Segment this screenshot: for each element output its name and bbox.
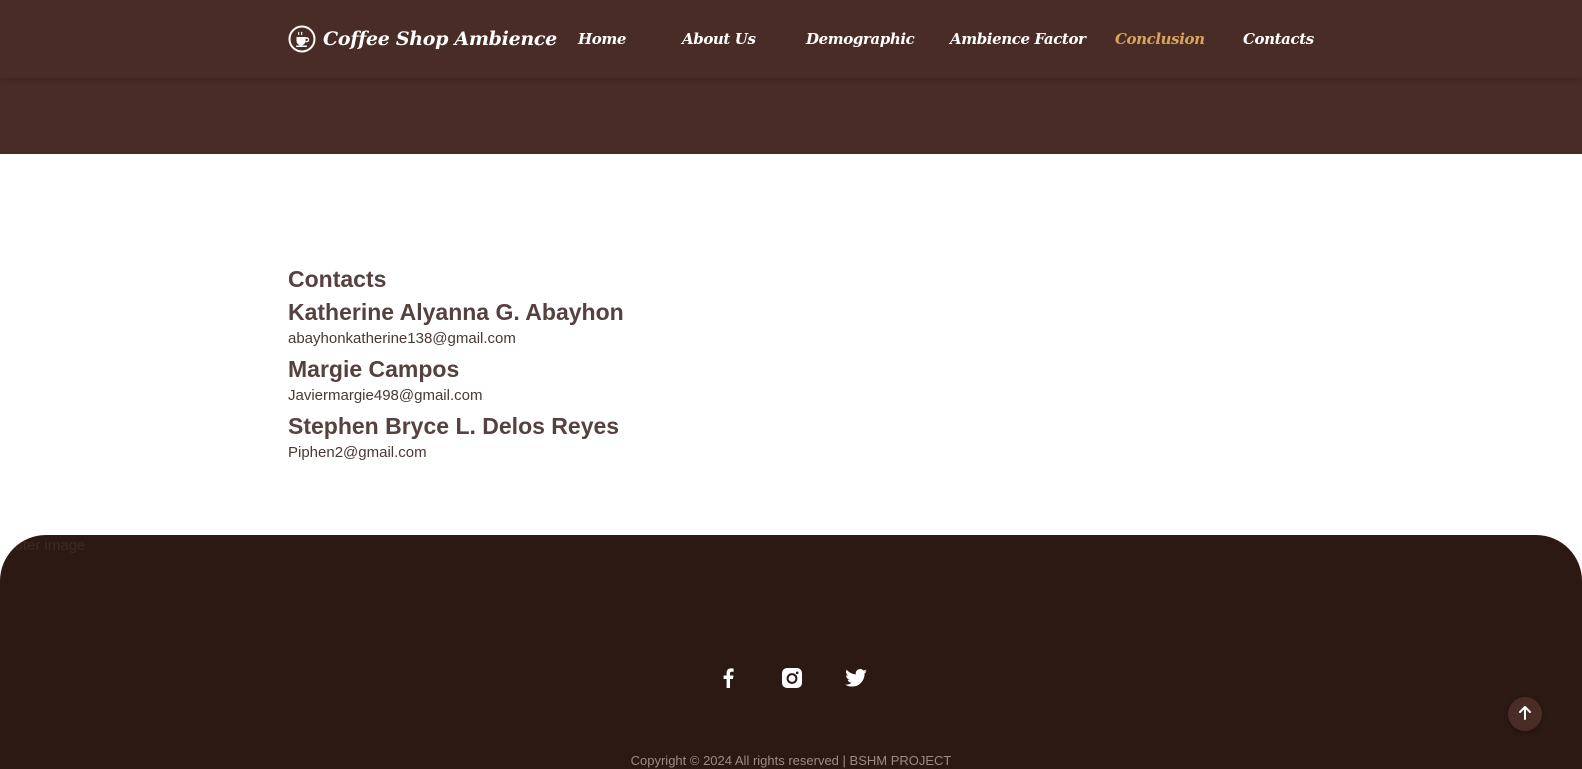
nav-about-us[interactable]: About Us [682,27,756,51]
copyright-text: Copyright © 2024 All rights reserved | B… [630,753,952,768]
contacts-heading: Contacts [288,266,387,292]
nav-conclusion[interactable]: Conclusion [1115,27,1205,51]
contact-card: Margie Campos Javiermargie498@gmail.com [288,354,988,408]
contact-email: Piphen2@gmail.com [288,444,427,461]
coffee-cup-icon [288,25,316,53]
contact-name: Stephen Bryce L. Delos Reyes [288,413,620,439]
brand-link[interactable]: Coffee Shop Ambience [288,22,557,56]
nav-ambience-factor[interactable]: Ambience Factor [950,27,1086,51]
nav-demographic[interactable]: Demographic [806,27,915,51]
site-footer: footer image Copyright © 2024 All rights… [0,535,1582,769]
nav-contacts[interactable]: Contacts [1243,27,1314,51]
contact-email: Javiermargie498@gmail.com [288,387,483,404]
contact-name: Katherine Alyanna G. Abayhon [288,299,624,325]
contact-email: abayhonkatherine138@gmail.com [288,330,516,347]
main-navbar: Coffee Shop Ambience Home About Us Demog… [0,0,1582,78]
footer-image-placeholder: footer image [2,537,86,554]
brand-title: Coffee Shop Ambience [323,28,557,50]
contact-name: Margie Campos [288,356,460,382]
twitter-icon[interactable] [842,664,870,692]
arrow-up-icon [1519,705,1531,724]
facebook-icon[interactable] [714,664,742,692]
instagram-icon[interactable] [778,664,806,692]
nav-home[interactable]: Home [578,27,626,51]
contact-card: Stephen Bryce L. Delos Reyes Piphen2@gma… [288,411,988,465]
contacts-section: Contacts Katherine Alyanna G. Abayhon ab… [288,264,988,465]
contact-card: Katherine Alyanna G. Abayhon abayhonkath… [288,297,988,351]
back-to-top-button[interactable] [1508,697,1542,731]
